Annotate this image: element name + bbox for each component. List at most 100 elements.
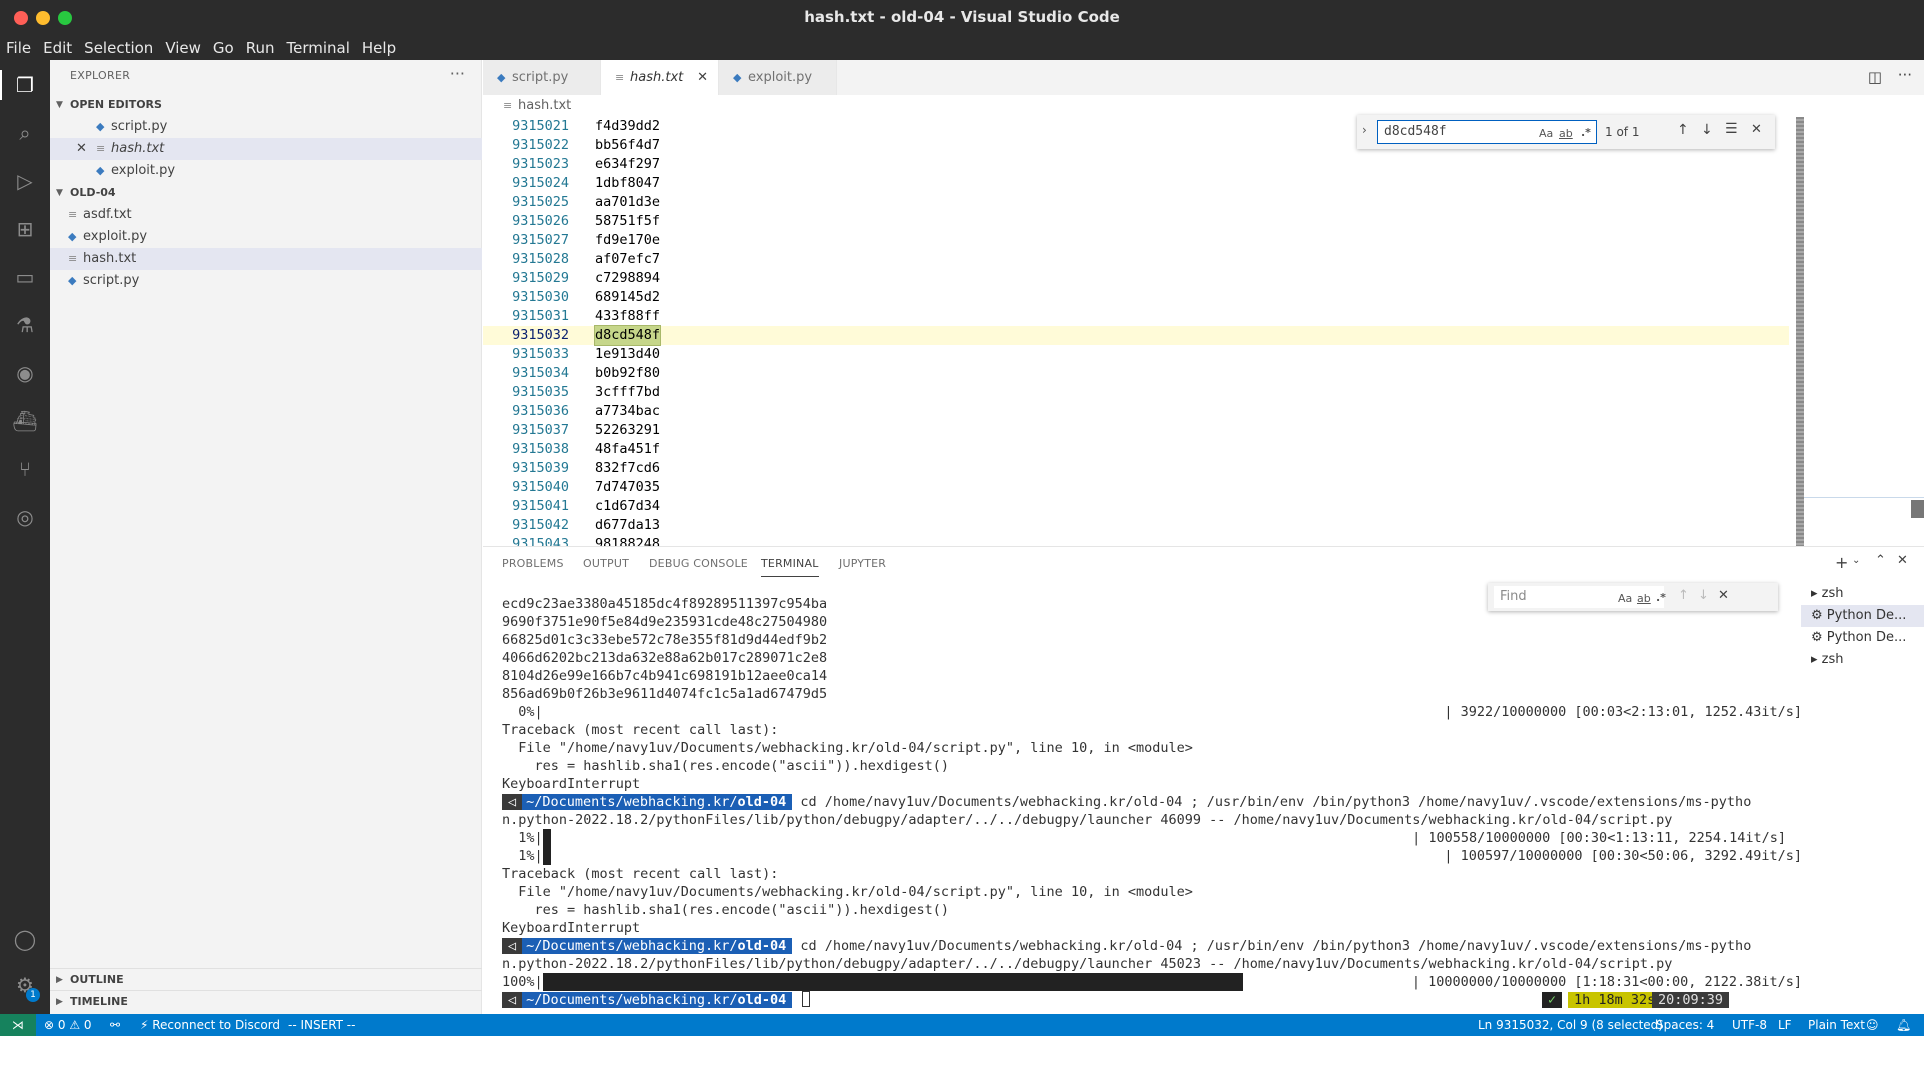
- file-asdf[interactable]: ≡ asdf.txt: [50, 204, 482, 226]
- more-actions-icon[interactable]: ···: [450, 64, 465, 83]
- more-actions-icon[interactable]: ···: [1898, 66, 1912, 84]
- terminal-find-widget: Find Aa ab .* ↑ ↓ ✕: [1488, 583, 1778, 611]
- notifications-icon[interactable]: 🔔︎: [1896, 1014, 1911, 1036]
- tab-script[interactable]: ◆ script.py: [483, 60, 601, 95]
- editor-line: 9315035 3cfff7bd: [483, 383, 1789, 402]
- terminal-line: 66825d01c3c33ebe572c78e355f81d9d44edf9b2: [502, 632, 828, 648]
- tab-terminal[interactable]: TERMINAL: [761, 557, 819, 577]
- terminal-output[interactable]: ecd9c23ae3380a45185dc4f89289511397c954ba…: [502, 595, 1802, 1009]
- line-number: 9315024: [512, 175, 569, 191]
- split-editor-icon[interactable]: ◫: [1868, 68, 1882, 86]
- broadcast-icon[interactable]: ⚯: [110, 1014, 120, 1036]
- close-icon[interactable]: ✕: [76, 138, 96, 160]
- line-number: 9315022: [512, 137, 569, 153]
- open-editors-header[interactable]: ▼ OPEN EDITORS: [50, 94, 482, 116]
- terminal-line: n.python-2022.18.2/pythonFiles/lib/pytho…: [502, 956, 1673, 972]
- file-script[interactable]: ◆ script.py: [50, 270, 482, 292]
- menu-run[interactable]: Run: [246, 39, 275, 57]
- open-editor-script[interactable]: ◆ script.py: [50, 116, 482, 138]
- close-find-icon[interactable]: ✕: [1718, 588, 1729, 603]
- outline-header[interactable]: ▶ OUTLINE: [50, 968, 482, 990]
- tab-problems[interactable]: PROBLEMS: [502, 557, 564, 570]
- tab-exploit[interactable]: ◆ exploit.py: [719, 60, 837, 95]
- match-case-icon[interactable]: Aa: [1618, 592, 1632, 605]
- timeline-header[interactable]: ▶ TIMELINE: [50, 990, 482, 1012]
- terminal-item[interactable]: ⚙ Python De...: [1801, 605, 1924, 627]
- previous-match-icon[interactable]: ↑: [1677, 122, 1689, 138]
- menu-bar: File Edit Selection View Go Run Terminal…: [0, 36, 1924, 60]
- menu-help[interactable]: Help: [362, 39, 396, 57]
- language-mode[interactable]: Plain Text: [1808, 1014, 1865, 1036]
- remote-icon[interactable]: ⋊: [0, 1014, 36, 1036]
- editor-line: 9315027 fd9e170e: [483, 231, 1789, 250]
- file-exploit[interactable]: ◆ exploit.py: [50, 226, 482, 248]
- terminal-icon: ▸: [1811, 652, 1822, 667]
- encoding[interactable]: UTF-8: [1732, 1014, 1767, 1036]
- extensions-icon[interactable]: ⊞: [12, 216, 38, 242]
- toggle-replace-icon[interactable]: ›: [1362, 123, 1367, 137]
- open-editor-hash[interactable]: ✕ ≡ hash.txt: [50, 138, 482, 160]
- close-panel-icon[interactable]: ✕: [1897, 553, 1908, 568]
- remote-explorer-icon[interactable]: ▭: [12, 264, 38, 290]
- line-endings[interactable]: LF: [1778, 1014, 1792, 1036]
- line-number: 9315038: [512, 441, 569, 457]
- account-icon[interactable]: ◯: [12, 926, 38, 952]
- maximize-panel-icon[interactable]: ⌃: [1875, 553, 1886, 568]
- text-file-icon: ≡: [615, 71, 625, 84]
- menu-selection[interactable]: Selection: [84, 39, 153, 57]
- new-terminal-icon[interactable]: +: [1835, 553, 1848, 572]
- minimap-slider[interactable]: [1911, 500, 1924, 518]
- bottom-panel: PROBLEMS OUTPUT DEBUG CONSOLE TERMINAL J…: [483, 546, 1924, 1014]
- menu-file[interactable]: File: [6, 39, 31, 57]
- status-bar: ⋊ ⊗ 0 ⚠ 0 ⚯ ⚡ Reconnect to Discord -- IN…: [0, 1014, 1924, 1036]
- close-find-icon[interactable]: ✕: [1751, 122, 1762, 137]
- discord-status[interactable]: ⚡ Reconnect to Discord: [140, 1014, 280, 1036]
- breadcrumb[interactable]: ≡ hash.txt: [483, 95, 1924, 117]
- cursor-position[interactable]: Ln 9315032, Col 9 (8 selected): [1478, 1014, 1663, 1036]
- menu-view[interactable]: View: [165, 39, 201, 57]
- next-match-icon[interactable]: ↓: [1701, 122, 1713, 138]
- git-graph-icon[interactable]: ◉: [12, 360, 38, 386]
- terminal-item[interactable]: ▸ zsh: [1801, 583, 1924, 605]
- run-debug-icon[interactable]: ▷: [12, 168, 38, 194]
- tab-debug-console[interactable]: DEBUG CONSOLE: [649, 557, 748, 570]
- menu-terminal[interactable]: Terminal: [287, 39, 350, 57]
- regex-icon[interactable]: .*: [1581, 126, 1591, 139]
- editor-scrollbar[interactable]: [1796, 117, 1804, 546]
- find-in-selection-icon[interactable]: ☰: [1725, 121, 1738, 137]
- terminal-item[interactable]: ⚙ Python De...: [1801, 627, 1924, 649]
- github-icon[interactable]: ◎: [12, 504, 38, 530]
- regex-icon[interactable]: .*: [1656, 591, 1666, 604]
- explorer-icon[interactable]: ❐: [12, 72, 38, 98]
- close-tab-icon[interactable]: ✕: [697, 60, 708, 95]
- docker-icon[interactable]: ⛴: [12, 408, 38, 434]
- open-editor-exploit[interactable]: ◆ exploit.py: [50, 160, 482, 182]
- whole-word-icon[interactable]: ab: [1637, 592, 1651, 605]
- previous-match-icon[interactable]: ↑: [1678, 588, 1689, 603]
- whole-word-icon[interactable]: ab: [1559, 127, 1573, 140]
- search-icon[interactable]: ⌕: [12, 120, 38, 146]
- tab-output[interactable]: OUTPUT: [583, 557, 629, 570]
- menu-edit[interactable]: Edit: [43, 39, 72, 57]
- line-text: 832f7cd6: [595, 460, 661, 476]
- next-match-icon[interactable]: ↓: [1698, 588, 1709, 603]
- feedback-icon[interactable]: ☺: [1866, 1014, 1879, 1036]
- line-text: 1e913d40: [595, 346, 661, 362]
- folder-header[interactable]: ▼ OLD-04: [50, 182, 482, 204]
- testing-icon[interactable]: ⚗: [12, 312, 38, 338]
- source-control-icon[interactable]: ⑂: [12, 456, 38, 482]
- match-case-icon[interactable]: Aa: [1539, 127, 1553, 140]
- indentation[interactable]: Spaces: 4: [1656, 1014, 1714, 1036]
- terminal-item[interactable]: ▸ zsh: [1801, 649, 1924, 671]
- chevron-down-icon[interactable]: ⌄: [1852, 555, 1860, 566]
- terminal-line: KeyboardInterrupt: [502, 920, 641, 936]
- tab-hash[interactable]: ≡ hash.txt ✕: [601, 60, 719, 95]
- tab-jupyter[interactable]: JUPYTER: [839, 557, 886, 570]
- menu-go[interactable]: Go: [213, 39, 234, 57]
- line-number: 9315034: [512, 365, 569, 381]
- line-number: 9315043: [512, 536, 569, 546]
- python-file-icon: ◆: [68, 274, 77, 287]
- file-hash[interactable]: ≡ hash.txt: [50, 248, 482, 270]
- problems-status[interactable]: ⊗ 0 ⚠ 0: [44, 1014, 92, 1036]
- editor-area[interactable]: 9315021 f4d39dd2 9315022 bb56f4d7 9315023 e63…: [483, 117, 1924, 546]
